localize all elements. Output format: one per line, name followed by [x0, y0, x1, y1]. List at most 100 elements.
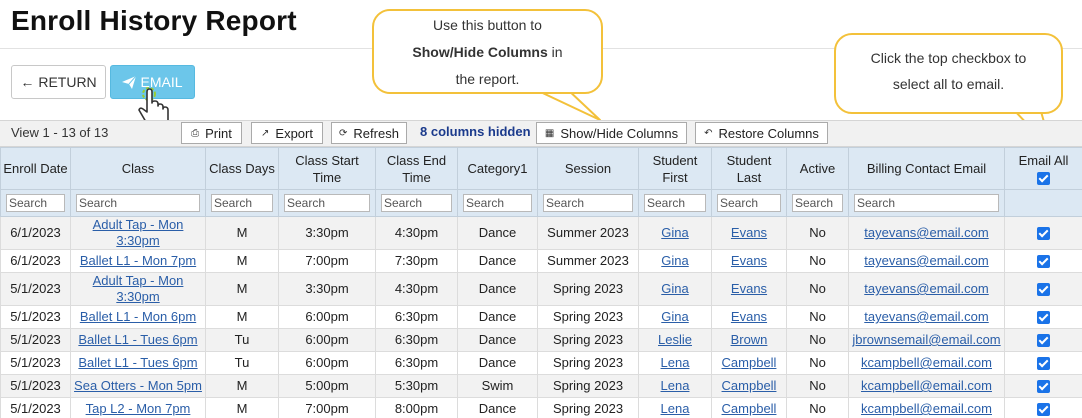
- callout-line: Show/Hide Columns in: [374, 39, 601, 66]
- class-days-cell: M: [236, 225, 248, 240]
- email-checkbox[interactable]: [1037, 255, 1050, 269]
- student-first-link[interactable]: Gina: [661, 281, 688, 296]
- end-time-cell: 4:30pm: [394, 225, 439, 240]
- email-checkbox-cell: [1004, 328, 1082, 352]
- restore-columns-button[interactable]: ↶ Restore Columns: [695, 122, 828, 144]
- class-link[interactable]: Adult Tap - Mon 3:30pm: [93, 273, 184, 304]
- refresh-button[interactable]: ⟳ Refresh: [331, 122, 407, 144]
- end-time-cell: 4:30pm: [375, 272, 458, 306]
- search-input[interactable]: Search: [6, 194, 65, 212]
- student-first-link[interactable]: Lena: [661, 378, 690, 393]
- column-header[interactable]: Billing Contact Email: [848, 147, 1005, 190]
- student-first-link[interactable]: Lena: [661, 355, 690, 370]
- search-input[interactable]: Search: [284, 194, 370, 212]
- enroll-date-cell: 5/1/2023: [10, 401, 61, 416]
- student-first-link[interactable]: Gina: [661, 225, 688, 240]
- student-last-link[interactable]: Campbell: [722, 378, 777, 393]
- export-button[interactable]: ↗ Export: [251, 122, 323, 144]
- category-cell: Swim: [481, 378, 514, 393]
- column-header[interactable]: Class Start Time: [278, 147, 376, 190]
- category-cell: Dance: [478, 309, 517, 324]
- student-last-link[interactable]: Evans: [731, 225, 767, 240]
- billing-email-link[interactable]: kcampbell@email.com: [861, 401, 992, 416]
- search-cell: Search: [70, 189, 206, 217]
- column-header[interactable]: Class Days: [205, 147, 279, 190]
- email-checkbox[interactable]: [1037, 403, 1050, 417]
- search-input[interactable]: Search: [792, 194, 843, 212]
- email-checkbox-cell: [1004, 351, 1082, 375]
- billing-email-cell: tayevans@email.com: [848, 216, 1005, 250]
- column-header[interactable]: Student First: [638, 147, 712, 190]
- select-all-checkbox[interactable]: [1037, 171, 1050, 185]
- columns-hidden-link[interactable]: 8 columns hidden: [420, 124, 531, 139]
- return-button[interactable]: ← RETURN: [11, 65, 106, 99]
- class-days-cell: M: [236, 253, 248, 268]
- search-input[interactable]: Search: [211, 194, 273, 212]
- table-row: 6/1/2023 Ballet L1 - Mon 7pm M 7:00pm 7:30pm…: [0, 249, 1082, 273]
- class-link[interactable]: Tap L2 - Mon 7pm: [86, 401, 191, 416]
- student-first-link[interactable]: Gina: [661, 309, 688, 324]
- callout-line: select all to email.: [892, 76, 1005, 92]
- email-checkbox[interactable]: [1037, 283, 1050, 297]
- class-link[interactable]: Ballet L1 - Tues 6pm: [78, 332, 197, 347]
- category-cell: Dance: [457, 249, 538, 273]
- billing-email-link[interactable]: tayevans@email.com: [864, 309, 988, 324]
- export-label: Export: [275, 125, 313, 141]
- student-last-link[interactable]: Evans: [731, 281, 767, 296]
- end-time-cell: 6:30pm: [375, 305, 458, 329]
- class-link[interactable]: Adult Tap - Mon 3:30pm: [93, 217, 184, 248]
- search-input[interactable]: Search: [76, 194, 200, 212]
- column-header[interactable]: Student Last: [711, 147, 787, 190]
- billing-email-link[interactable]: tayevans@email.com: [864, 281, 988, 296]
- arrow-left-icon: ←: [20, 74, 35, 90]
- show-hide-columns-button[interactable]: ▦ Show/Hide Columns: [536, 122, 687, 144]
- email-checkbox[interactable]: [1037, 380, 1050, 394]
- print-button[interactable]: ⎙ Print: [181, 122, 242, 144]
- class-cell: Ballet L1 - Mon 7pm: [70, 249, 206, 273]
- student-first-link[interactable]: Leslie: [658, 332, 692, 347]
- class-link[interactable]: Sea Otters - Mon 5pm: [74, 378, 202, 393]
- end-time-cell: 7:30pm: [375, 249, 458, 273]
- student-first-cell: Gina: [638, 272, 712, 306]
- search-input[interactable]: Search: [381, 194, 452, 212]
- end-time-cell: 8:00pm: [375, 397, 458, 418]
- student-last-link[interactable]: Evans: [731, 253, 767, 268]
- billing-email-link[interactable]: kcampbell@email.com: [861, 378, 992, 393]
- search-input[interactable]: Search: [463, 194, 532, 212]
- student-last-link[interactable]: Campbell: [722, 401, 777, 416]
- session-cell: Spring 2023: [537, 272, 639, 306]
- column-header[interactable]: Session: [537, 147, 639, 190]
- class-link[interactable]: Ballet L1 - Tues 6pm: [78, 355, 197, 370]
- column-header[interactable]: Enroll Date: [0, 147, 71, 190]
- end-time-cell: 8:00pm: [394, 401, 439, 416]
- email-checkbox-cell: [1004, 249, 1082, 273]
- billing-email-link[interactable]: tayevans@email.com: [864, 253, 988, 268]
- enroll-date-cell: 5/1/2023: [0, 397, 71, 418]
- class-link[interactable]: Ballet L1 - Mon 7pm: [80, 253, 196, 268]
- class-link[interactable]: Ballet L1 - Mon 6pm: [80, 309, 196, 324]
- email-checkbox[interactable]: [1037, 334, 1050, 348]
- student-last-link[interactable]: Brown: [731, 332, 768, 347]
- enroll-date-cell: 6/1/2023: [0, 216, 71, 250]
- column-header[interactable]: Category1: [457, 147, 538, 190]
- billing-email-link[interactable]: jbrownsemail@email.com: [852, 332, 1000, 347]
- student-last-link[interactable]: Evans: [731, 309, 767, 324]
- student-first-link[interactable]: Lena: [661, 401, 690, 416]
- column-header[interactable]: Class: [70, 147, 206, 190]
- email-checkbox[interactable]: [1037, 311, 1050, 325]
- end-time-cell: 6:30pm: [375, 328, 458, 352]
- search-input[interactable]: Search: [717, 194, 781, 212]
- search-input[interactable]: Search: [644, 194, 706, 212]
- column-header[interactable]: Active: [786, 147, 849, 190]
- student-last-link[interactable]: Campbell: [722, 355, 777, 370]
- student-first-cell: Leslie: [638, 328, 712, 352]
- billing-email-link[interactable]: kcampbell@email.com: [861, 355, 992, 370]
- student-first-link[interactable]: Gina: [661, 253, 688, 268]
- billing-email-link[interactable]: tayevans@email.com: [864, 225, 988, 240]
- search-input[interactable]: Search: [854, 194, 999, 212]
- email-checkbox[interactable]: [1037, 357, 1050, 371]
- search-input[interactable]: Search: [543, 194, 633, 212]
- column-header[interactable]: Class End Time: [375, 147, 458, 190]
- email-checkbox[interactable]: [1037, 227, 1050, 241]
- class-cell: Ballet L1 - Mon 6pm: [70, 305, 206, 329]
